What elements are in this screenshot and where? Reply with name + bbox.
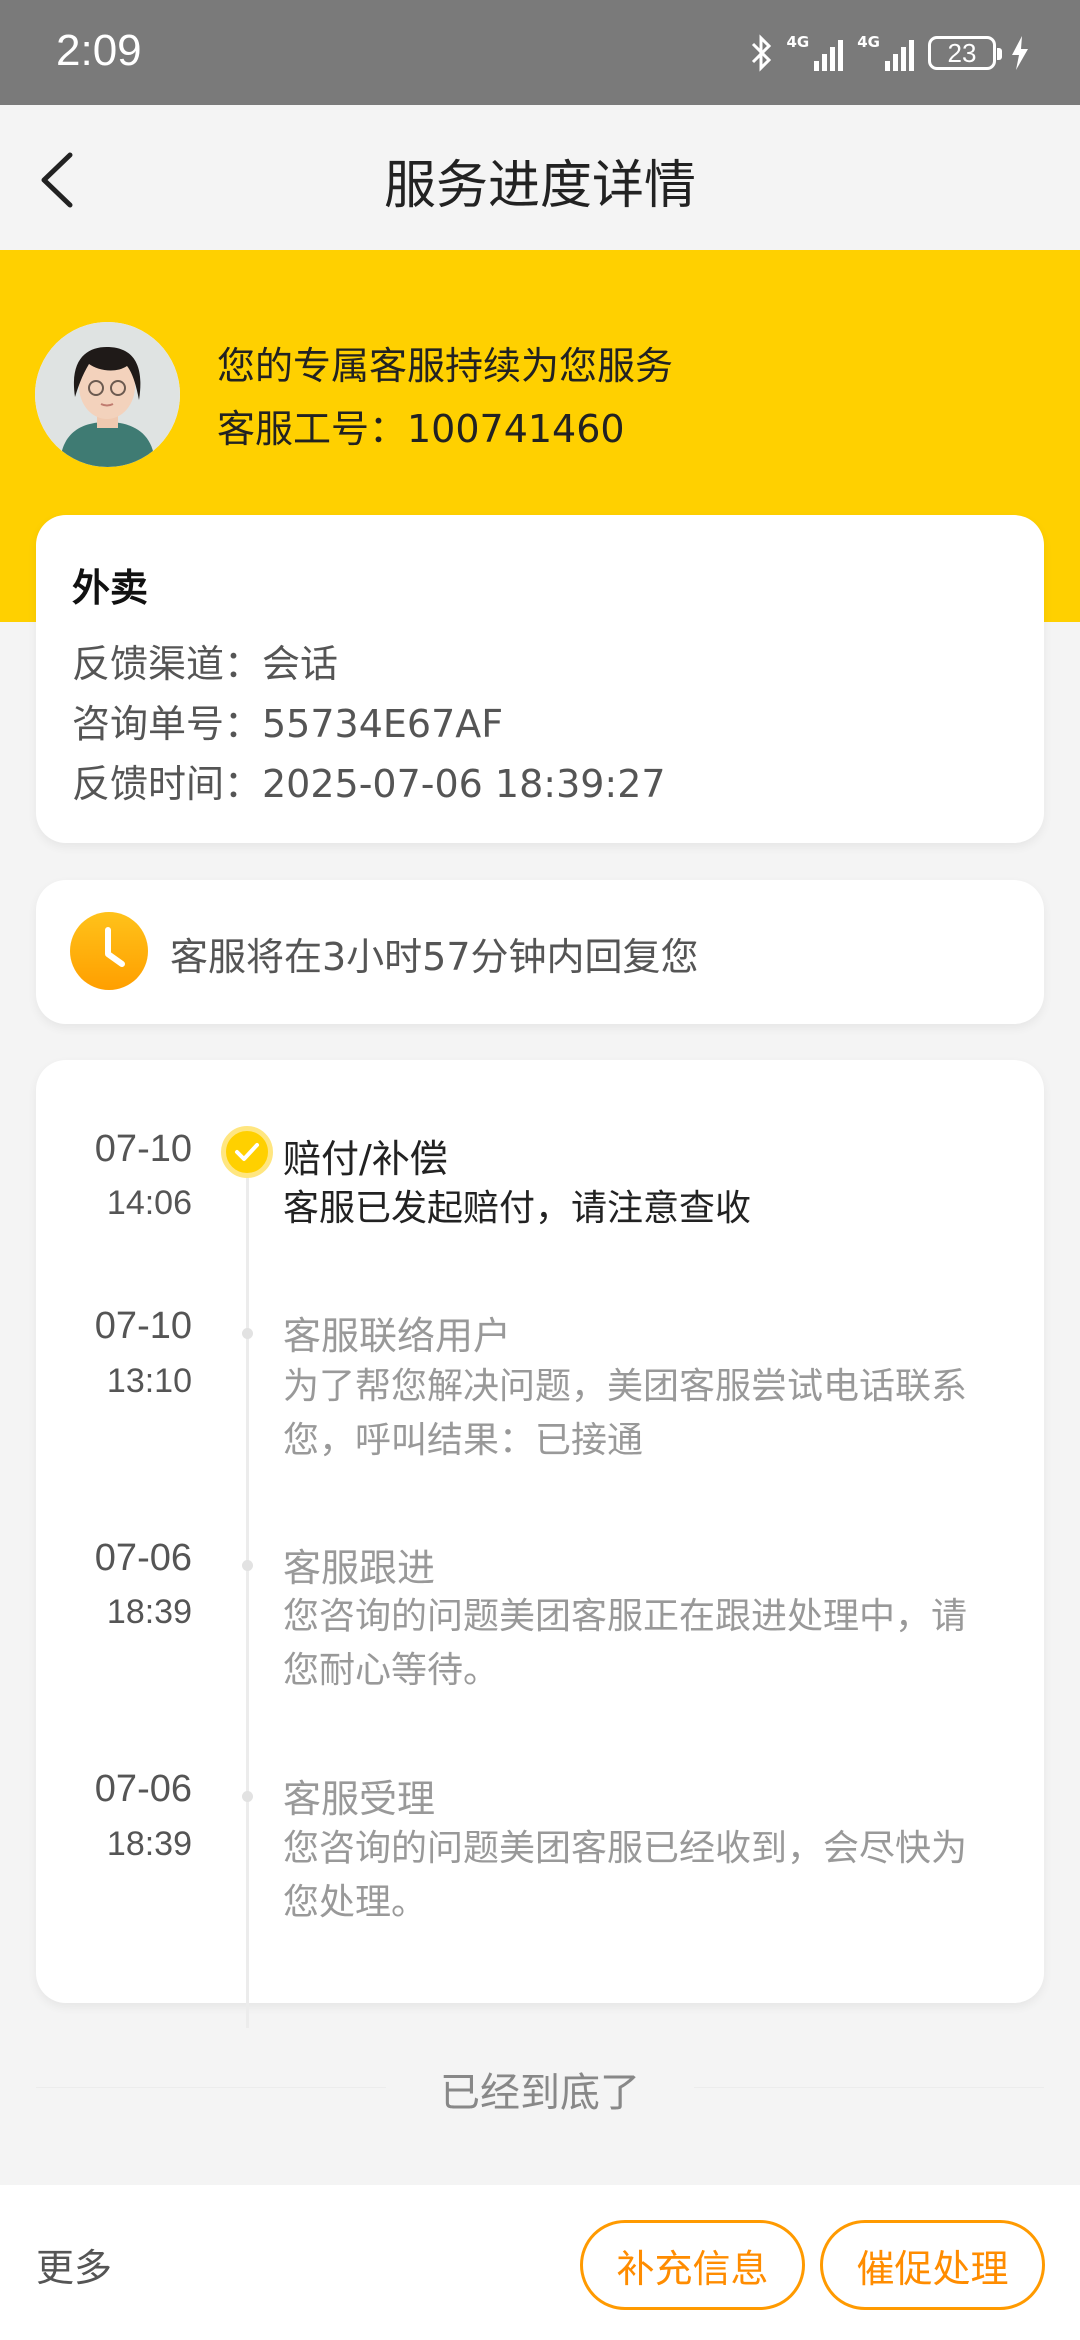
timeline-desc: 您咨询的问题美团客服已经收到，会尽快为您处理。 <box>283 1828 968 1923</box>
bluetooth-icon <box>751 34 771 72</box>
battery-icon: 23 <box>928 36 1002 70</box>
page-title: 服务进度详情 <box>383 156 696 216</box>
timeline-time: 13:10 <box>106 1362 192 1400</box>
agent-id: 客服工号：100741460 <box>217 407 625 451</box>
reply-time-card: 客服将在3小时57分钟内回复您 <box>36 880 1044 1024</box>
timeline-date: 07-10 <box>94 1305 192 1347</box>
header: 服务进度详情 <box>0 105 1080 250</box>
timeline-title: 客服联络用户 <box>283 1314 512 1358</box>
status-bar: 2:09 4G 4G 23 <box>0 0 1080 105</box>
status-time: 2:09 <box>56 26 142 75</box>
signal-icon: 4G <box>787 35 844 71</box>
timeline-desc: 为了帮您解决问题，美团客服尝试电话联系您，呼叫结果：已接通 <box>283 1366 968 1461</box>
feedback-channel: 反馈渠道：会话 <box>72 642 339 686</box>
business-type: 外卖 <box>72 566 149 610</box>
more-button[interactable]: 更多 <box>36 2237 112 2292</box>
timeline-date: 07-10 <box>94 1128 192 1170</box>
end-of-list-text: 已经到底了 <box>440 2070 640 2116</box>
timeline-time: 18:39 <box>106 1825 192 1863</box>
agent-title: 您的专属客服持续为您服务 <box>217 344 674 388</box>
bottom-action-bar: 更多 补充信息 催促处理 <box>0 2185 1080 2340</box>
timeline-dot <box>242 1328 253 1339</box>
timeline-date: 07-06 <box>94 1768 192 1810</box>
timeline-date: 07-06 <box>94 1537 192 1579</box>
avatar <box>35 322 180 467</box>
status-icons: 4G 4G 23 <box>749 30 1031 76</box>
clock-icon <box>70 912 148 990</box>
reply-eta-text: 客服将在3小时57分钟内回复您 <box>170 935 699 979</box>
feedback-info-card: 外卖 反馈渠道：会话 咨询单号：55734E67AF 反馈时间：2025-07-… <box>36 515 1044 843</box>
urge-process-button[interactable]: 催促处理 <box>820 2220 1045 2310</box>
check-icon <box>221 1126 273 1178</box>
timeline-title: 客服受理 <box>283 1777 436 1821</box>
timeline-time: 14:06 <box>106 1184 192 1222</box>
timeline-line <box>246 1170 249 2028</box>
timeline-desc: 您咨询的问题美团客服正在跟进处理中，请您耐心等待。 <box>283 1596 968 1691</box>
timeline-desc: 客服已发起赔付，请注意查收 <box>283 1188 752 1229</box>
feedback-time: 反馈时间：2025-07-06 18:39:27 <box>72 762 666 806</box>
timeline-dot <box>242 1791 253 1802</box>
timeline-title: 客服跟进 <box>283 1546 436 1590</box>
charging-icon <box>1012 36 1028 70</box>
signal-icon: 4G <box>857 35 914 71</box>
agent-avatar-image <box>35 322 180 467</box>
consult-order-no: 咨询单号：55734E67AF <box>72 702 504 746</box>
battery-level: 23 <box>947 37 977 68</box>
timeline-dot <box>242 1560 253 1571</box>
timeline-title: 赔付/补偿 <box>283 1137 448 1181</box>
timeline-time: 18:39 <box>106 1593 192 1631</box>
progress-timeline: 07-10 14:06 赔付/补偿 客服已发起赔付，请注意查收 07-10 13… <box>36 1060 1044 2028</box>
supplement-info-button[interactable]: 补充信息 <box>580 2220 805 2310</box>
